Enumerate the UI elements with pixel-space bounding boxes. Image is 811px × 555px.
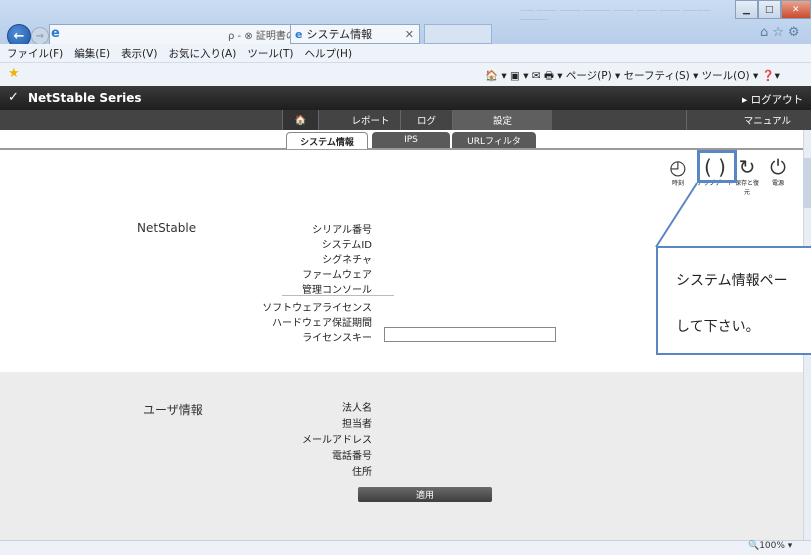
ie-page-icon: e: [51, 26, 60, 41]
tab-system-info[interactable]: e システム情報 ✕: [290, 24, 420, 44]
field-address: 住所: [352, 467, 372, 478]
menu-bar: ファイル(F) 編集(E) 表示(V) お気に入り(A) ツール(T) ヘルプ(…: [0, 44, 811, 63]
status-bar: [0, 540, 811, 555]
section-divider: [282, 295, 394, 296]
tab-system-information[interactable]: システム情報: [286, 132, 368, 149]
logout-link[interactable]: ▸ ログアウト: [742, 92, 803, 107]
window-controls: ▁ □ ✕: [735, 0, 811, 19]
field-hardware-warranty: ハードウェア保証期間: [272, 318, 372, 329]
field-signature: シグネチャ: [322, 255, 372, 266]
field-license-key-label: ライセンスキー: [302, 333, 372, 344]
netstable-logo-icon: ✓: [8, 90, 19, 105]
menu-tools[interactable]: ツール(T): [247, 46, 293, 61]
power-label: 電源: [771, 180, 784, 187]
nav-home[interactable]: 🏠: [282, 110, 318, 130]
field-system-id: システムID: [321, 240, 372, 251]
menu-view[interactable]: 表示(V): [121, 46, 157, 61]
minimize-button[interactable]: ▁: [735, 0, 758, 19]
field-serial: シリアル番号: [312, 225, 372, 236]
menu-edit[interactable]: 編集(E): [74, 46, 110, 61]
update-highlight-box: [697, 150, 737, 183]
favorites-star-icon[interactable]: ★: [8, 66, 20, 81]
field-software-license: ソフトウェアライセンス: [262, 303, 372, 314]
tab-close-icon[interactable]: ✕: [405, 28, 414, 41]
clock-button[interactable]: ◴ 時刻: [664, 156, 692, 187]
callout-text-line2: して下さい。: [676, 319, 760, 335]
ie-tab-icon: e: [295, 27, 303, 41]
field-firmware: ファームウェア: [302, 270, 372, 281]
home-favorites-settings-icons[interactable]: ⌂☆⚙: [760, 25, 804, 40]
power-button[interactable]: ⏻ 電源: [764, 156, 792, 187]
apply-button[interactable]: 適用: [358, 487, 492, 502]
field-company: 法人名: [342, 403, 372, 414]
callout-box: [656, 246, 811, 355]
menu-help[interactable]: ヘルプ(H): [304, 46, 352, 61]
field-phone: 電話番号: [332, 451, 372, 462]
power-icon: ⏻: [770, 155, 786, 179]
new-tab-button[interactable]: [424, 24, 492, 44]
close-window-button[interactable]: ✕: [780, 0, 811, 19]
user-info-section: [0, 372, 803, 540]
background-window-text: —— ——— ——— ———— ——— ——— ——— ———— ————: [520, 6, 711, 23]
command-bar-items[interactable]: 🏠 ▾ ▣ ▾ ✉ 🖶 ▾ ページ(P) ▾ セーフティ(S) ▾ ツール(O)…: [485, 68, 780, 86]
save-restore-button[interactable]: ↻ 保存と復元: [733, 156, 761, 196]
license-key-input[interactable]: [384, 327, 556, 342]
field-contact: 担当者: [342, 419, 372, 430]
nav-log[interactable]: ログ: [400, 110, 452, 130]
maximize-button[interactable]: □: [757, 0, 781, 19]
scrollbar-thumb[interactable]: [804, 158, 811, 208]
zoom-level[interactable]: 🔍100% ▾: [748, 541, 792, 551]
tab-ips[interactable]: IPS: [372, 132, 450, 148]
field-email: メールアドレス: [302, 435, 372, 446]
field-console: 管理コンソール: [302, 285, 372, 296]
brand-name: NetStable Series: [28, 91, 142, 105]
menu-favorites[interactable]: お気に入り(A): [168, 46, 236, 61]
menu-file[interactable]: ファイル(F): [7, 46, 63, 61]
forward-button[interactable]: →: [31, 27, 49, 45]
callout-text-line1: システム情報ペー: [676, 273, 788, 289]
nav-settings[interactable]: 設定: [452, 110, 552, 130]
refresh-icon: ↻: [738, 155, 756, 179]
nav-manual[interactable]: マニュアル: [686, 110, 811, 130]
clock-label: 時刻: [671, 180, 684, 187]
tab-url-filter[interactable]: URLフィルタ: [452, 132, 536, 148]
save-restore-label: 保存と復元: [734, 180, 759, 196]
clock-icon: ◴: [669, 155, 687, 179]
tab-title: システム情報: [306, 28, 373, 41]
